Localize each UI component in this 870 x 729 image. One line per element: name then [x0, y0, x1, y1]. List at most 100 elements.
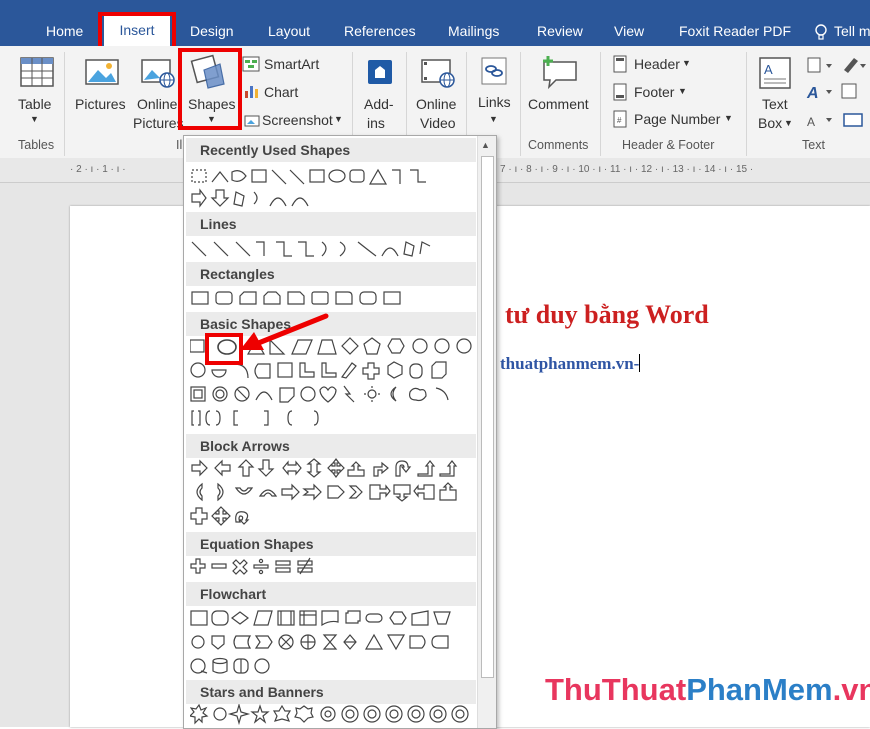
- smartart-button[interactable]: SmartArt: [264, 56, 319, 72]
- lines-row[interactable]: [190, 238, 475, 260]
- add-ins-label-2[interactable]: ins: [367, 115, 385, 131]
- pictures-icon: [85, 59, 119, 85]
- tab-foxit-reader-pdf[interactable]: Foxit Reader PDF: [667, 0, 803, 46]
- comment-button[interactable]: Comment: [528, 96, 589, 112]
- tell-me-search[interactable]: Tell m: [806, 0, 870, 46]
- recently-used-shapes-row-2[interactable]: [190, 188, 475, 210]
- add-ins-icon: [368, 60, 392, 84]
- block-arrows-row-2[interactable]: [190, 482, 475, 504]
- group-separator: [520, 52, 521, 156]
- page-number-dropdown-icon[interactable]: ▼: [724, 113, 733, 123]
- rectangles-row[interactable]: [190, 288, 475, 310]
- links-dropdown-icon[interactable]: ▼: [489, 114, 498, 124]
- document-subtitle-value: thuatphanmem.vn-: [500, 354, 640, 373]
- online-pictures-label-2[interactable]: Pictures: [133, 115, 184, 131]
- document-subtitle-text[interactable]: thuatphanmem.vn-: [500, 354, 641, 374]
- section-flowchart: Flowchart: [186, 582, 476, 606]
- document-title-text[interactable]: tư duy bằng Word: [505, 300, 709, 330]
- text-tools-icons[interactable]: A A: [806, 56, 866, 128]
- tab-mailings[interactable]: Mailings: [436, 0, 511, 46]
- text-box-icon: A: [759, 57, 791, 89]
- text-cursor: [639, 354, 641, 372]
- section-stars-and-banners: Stars and Banners: [186, 680, 476, 704]
- group-separator: [64, 52, 65, 156]
- shapes-button[interactable]: Shapes: [188, 96, 235, 112]
- stars-and-banners-row[interactable]: [190, 704, 475, 726]
- section-lines: Lines: [186, 212, 476, 236]
- header-dropdown-icon[interactable]: ▼: [682, 58, 691, 68]
- online-pictures-icon: [141, 59, 175, 88]
- links-button[interactable]: Links: [478, 94, 511, 110]
- table-dropdown-icon[interactable]: ▼: [30, 114, 39, 124]
- svg-text:A: A: [806, 85, 819, 102]
- section-rectangles: Rectangles: [186, 262, 476, 286]
- text-box-label-1[interactable]: Text: [762, 96, 788, 112]
- add-ins-label-1[interactable]: Add-: [364, 96, 394, 112]
- section-recently-used-shapes: Recently Used Shapes: [186, 138, 476, 162]
- flowchart-row-3[interactable]: [190, 656, 475, 678]
- basic-shapes-row-4[interactable]: [190, 408, 475, 430]
- section-equation-shapes: Equation Shapes: [186, 532, 476, 556]
- shapes-dropdown-icon[interactable]: ▼: [207, 114, 216, 124]
- scroll-up-arrow[interactable]: ▲: [481, 140, 490, 150]
- block-arrows-row-1[interactable]: [190, 458, 475, 480]
- basic-shapes-row-3[interactable]: [190, 384, 475, 406]
- tab-insert[interactable]: Insert: [104, 14, 170, 46]
- tell-me-label: Tell m: [834, 23, 870, 39]
- text-box-label-2[interactable]: Box: [758, 115, 782, 131]
- chart-button[interactable]: Chart: [264, 84, 298, 100]
- tab-view[interactable]: View: [602, 0, 656, 46]
- footer-button[interactable]: Footer: [634, 84, 674, 100]
- header-icon: [613, 55, 627, 73]
- page-number-icon: #: [613, 110, 627, 128]
- svg-text:A: A: [764, 62, 773, 77]
- screenshot-button[interactable]: Screenshot: [262, 112, 333, 128]
- page-number-button[interactable]: Page Number: [634, 111, 720, 127]
- smartart-icon: [242, 56, 260, 72]
- footer-dropdown-icon[interactable]: ▼: [678, 86, 687, 96]
- online-video-label-1[interactable]: Online: [416, 96, 456, 112]
- flowchart-row-2[interactable]: [190, 632, 475, 654]
- annotation-arrow-icon: [240, 313, 329, 350]
- gallery-scrollbar[interactable]: ▲: [477, 136, 496, 728]
- table-icon: [20, 57, 54, 87]
- flowchart-row-1[interactable]: [190, 608, 475, 630]
- tab-review[interactable]: Review: [525, 0, 595, 46]
- tab-references[interactable]: References: [332, 0, 428, 46]
- group-label-header-footer: Header & Footer: [622, 138, 715, 152]
- scroll-thumb[interactable]: [481, 156, 494, 678]
- group-label-tables: Tables: [18, 138, 55, 152]
- screenshot-dropdown-icon[interactable]: ▼: [334, 114, 343, 124]
- shapes-gallery-dropdown: ▲ Recently Used Shapes Lines Rectangles …: [183, 135, 497, 729]
- watermark-part-2: PhanMem: [686, 672, 833, 707]
- group-label-text: Text: [802, 138, 825, 152]
- ruler-right-marks: 7 · ı · 8 · ı · 9 · ı · 10 · ı · 11 · ı …: [500, 164, 754, 175]
- ribbon-tab-bar: Home Insert Design Layout References Mai…: [0, 0, 870, 46]
- text-box-dropdown-icon[interactable]: ▼: [784, 118, 793, 128]
- ruler-left-marks: · 2 · ı · 1 · ı ·: [70, 164, 126, 175]
- pictures-button[interactable]: Pictures: [75, 96, 126, 112]
- online-pictures-label-1[interactable]: Online: [137, 96, 177, 112]
- online-video-icon: [421, 59, 455, 88]
- lightbulb-icon: [815, 24, 827, 40]
- watermark-logo: ThuThuatPhanMem.vn: [545, 672, 870, 708]
- header-button[interactable]: Header: [634, 56, 680, 72]
- group-separator: [600, 52, 601, 156]
- tab-design[interactable]: Design: [178, 0, 246, 46]
- watermark-part-1: ThuThuat: [545, 672, 687, 707]
- online-video-label-2[interactable]: Video: [420, 115, 456, 131]
- screenshot-icon: [244, 115, 260, 127]
- svg-text:#: #: [617, 116, 622, 125]
- recently-used-shapes-row-1[interactable]: [190, 166, 475, 188]
- basic-shapes-row-2[interactable]: [190, 360, 475, 382]
- table-button[interactable]: Table: [18, 96, 51, 112]
- equation-shapes-row[interactable]: [190, 556, 475, 578]
- section-block-arrows: Block Arrows: [186, 434, 476, 458]
- group-separator: [746, 52, 747, 156]
- links-icon: [481, 57, 507, 85]
- block-arrows-row-3[interactable]: [190, 506, 475, 528]
- tab-home[interactable]: Home: [34, 0, 95, 46]
- shapes-icon: [190, 54, 225, 89]
- tab-layout[interactable]: Layout: [256, 0, 322, 46]
- chart-icon: [245, 86, 258, 98]
